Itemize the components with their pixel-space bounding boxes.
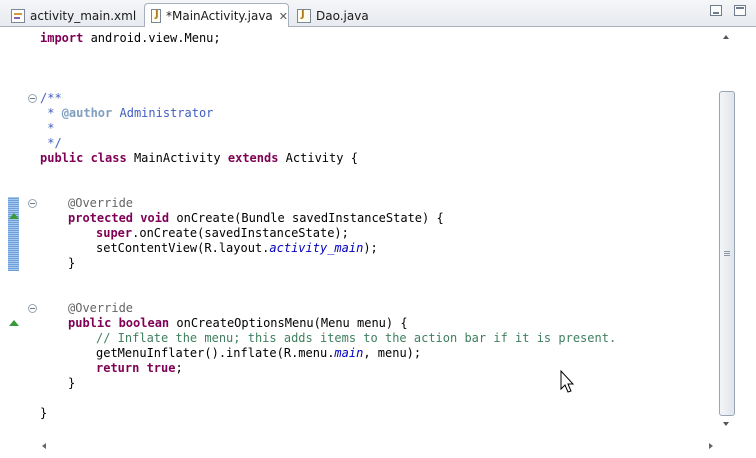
- java-file-icon: [151, 9, 161, 23]
- xml-file-icon: [11, 8, 25, 23]
- code-line: }: [40, 406, 48, 420]
- tab-main-activity-java[interactable]: *MainActivity.java ✕: [144, 3, 289, 28]
- code-line: *: [40, 121, 55, 135]
- code-line: }: [68, 376, 76, 390]
- change-indicator: [8, 197, 19, 271]
- scroll-left-icon[interactable]: [42, 443, 46, 449]
- code-line: import android.view.Menu;: [40, 31, 221, 45]
- annotation-ruler: [0, 27, 24, 458]
- fold-collapse-icon[interactable]: [28, 304, 37, 313]
- maximize-icon[interactable]: [734, 5, 746, 16]
- code-line: public boolean onCreateOptionsMenu(Menu …: [68, 316, 408, 330]
- fold-collapse-icon[interactable]: [28, 94, 37, 103]
- code-line: public class MainActivity extends Activi…: [40, 151, 358, 165]
- java-file-icon: [297, 8, 311, 23]
- tab-activity-main-xml[interactable]: activity_main.xml: [4, 3, 144, 27]
- code-line: * @author Administrator: [40, 106, 214, 120]
- mouse-pointer-icon: [560, 370, 574, 393]
- scroll-right-icon[interactable]: [709, 443, 713, 449]
- editor-tab-bar: activity_main.xml *MainActivity.java ✕ D…: [0, 0, 756, 28]
- code-line: */: [40, 136, 62, 150]
- scroll-up-icon[interactable]: [723, 35, 729, 39]
- code-line: protected void onCreate(Bundle savedInst…: [68, 211, 444, 225]
- horizontal-scrollbar[interactable]: [0, 437, 756, 458]
- code-line: // Inflate the menu; this adds items to …: [96, 331, 617, 345]
- tab-label: *MainActivity.java: [166, 9, 273, 23]
- tab-label: activity_main.xml: [30, 8, 137, 23]
- minimize-icon[interactable]: [710, 5, 722, 16]
- scrollbar-thumb[interactable]: [719, 91, 735, 416]
- code-line: /**: [40, 91, 62, 105]
- close-icon[interactable]: ✕: [279, 10, 288, 23]
- tab-label: Dao.java: [316, 8, 369, 23]
- grip-icon: [724, 250, 730, 256]
- fold-collapse-icon[interactable]: [28, 199, 37, 208]
- code-line: setContentView(R.layout.activity_main);: [96, 241, 378, 255]
- code-area[interactable]: import android.view.Menu; /** * @author …: [40, 27, 716, 437]
- code-editor[interactable]: import android.view.Menu; /** * @author …: [0, 27, 756, 458]
- code-line: super.onCreate(savedInstanceState);: [96, 226, 349, 240]
- code-line: @Override: [68, 196, 134, 210]
- scroll-down-icon[interactable]: [723, 422, 729, 426]
- override-marker-icon[interactable]: [9, 213, 19, 219]
- tab-dao-java[interactable]: Dao.java: [290, 3, 380, 27]
- code-line: }: [68, 256, 76, 270]
- code-line: getMenuInflater().inflate(R.menu.main, m…: [96, 346, 422, 360]
- override-marker-icon[interactable]: [9, 320, 19, 326]
- code-line: @Override: [68, 301, 134, 315]
- code-line: return true;: [96, 361, 183, 375]
